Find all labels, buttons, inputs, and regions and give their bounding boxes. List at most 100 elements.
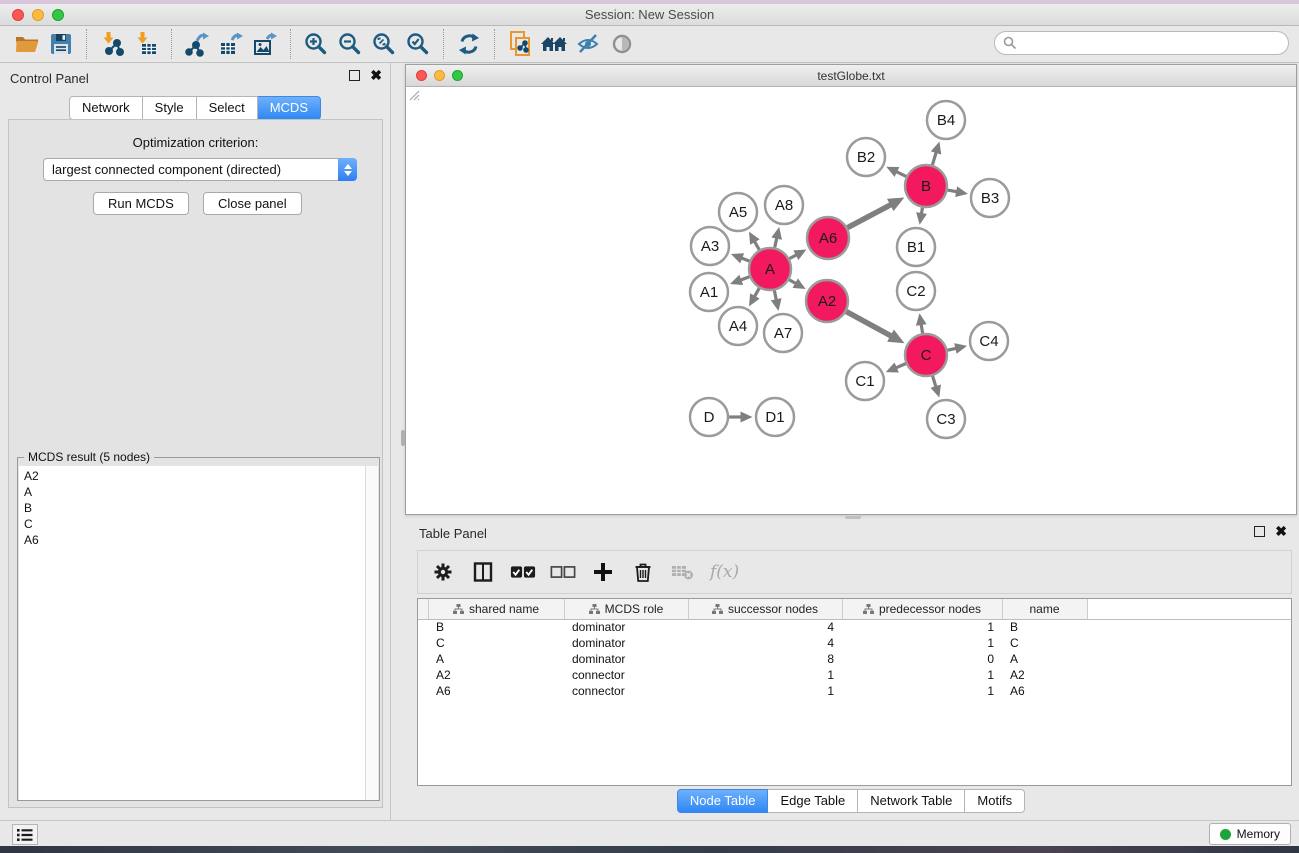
- select-all-rows-icon[interactable]: [510, 559, 536, 585]
- table-cell[interactable]: B: [1002, 619, 1087, 635]
- tab-edge-table[interactable]: Edge Table: [768, 789, 858, 813]
- node-A2[interactable]: A2: [806, 280, 848, 322]
- edge-C-C2[interactable]: [921, 325, 922, 334]
- refresh-icon[interactable]: [452, 29, 486, 59]
- table-cell[interactable]: A2: [428, 667, 564, 683]
- node-C4[interactable]: C4: [970, 322, 1008, 360]
- network-canvas[interactable]: B4B2BB3A8A5A6A3B1AA1C2A2A4A7C4CC1C3DD1: [406, 87, 1296, 514]
- network-zoom-button[interactable]: [452, 70, 463, 81]
- function-builder-icon[interactable]: f(x): [710, 562, 739, 582]
- table-row[interactable]: Cdominator41C: [418, 635, 1291, 651]
- tab-motifs[interactable]: Motifs: [965, 789, 1025, 813]
- table-cell[interactable]: 8: [688, 651, 842, 667]
- node-C2[interactable]: C2: [897, 272, 935, 310]
- split-divider-grip-horizontal[interactable]: [845, 516, 861, 519]
- edge-B-B1[interactable]: [922, 208, 923, 214]
- edge-A6-B[interactable]: [847, 205, 890, 228]
- edge-A-A3[interactable]: [742, 258, 750, 261]
- zoom-fit-icon[interactable]: [367, 29, 401, 59]
- import-network-icon[interactable]: [95, 29, 129, 59]
- tab-style[interactable]: Style: [143, 96, 197, 120]
- node-A[interactable]: A: [749, 248, 791, 290]
- node-A3[interactable]: A3: [691, 227, 729, 265]
- table-row[interactable]: Bdominator41B: [418, 619, 1291, 635]
- table-cell[interactable]: 1: [688, 683, 842, 699]
- criterion-dropdown[interactable]: largest connected component (directed): [43, 158, 357, 181]
- run-mcds-button[interactable]: Run MCDS: [93, 192, 189, 215]
- edge-A-A2[interactable]: [789, 280, 795, 284]
- table-row[interactable]: A6connector11A6: [418, 683, 1291, 699]
- table-row[interactable]: A2connector11A2: [418, 667, 1291, 683]
- table-cell[interactable]: 1: [688, 667, 842, 683]
- delete-columns-trash-icon[interactable]: [630, 559, 656, 585]
- delete-table-icon[interactable]: [670, 559, 696, 585]
- table-cell[interactable]: dominator: [564, 619, 688, 635]
- tab-mcds[interactable]: MCDS: [258, 96, 321, 120]
- table-cell[interactable]: 1: [842, 683, 1002, 699]
- edge-A-A1[interactable]: [741, 277, 750, 280]
- home-icon[interactable]: [537, 29, 571, 59]
- network-window-titlebar[interactable]: testGlobe.txt: [406, 65, 1296, 87]
- show-graphics-eye-icon[interactable]: [605, 29, 639, 59]
- node-D[interactable]: D: [690, 398, 728, 436]
- node-C3[interactable]: C3: [927, 400, 965, 438]
- tab-network[interactable]: Network: [69, 96, 143, 120]
- table-cell[interactable]: B: [428, 619, 564, 635]
- memory-button[interactable]: Memory: [1209, 823, 1291, 845]
- mcds-result-item[interactable]: A: [24, 484, 366, 500]
- close-table-panel-icon[interactable]: ✖: [1275, 526, 1287, 537]
- table-cell[interactable]: connector: [564, 683, 688, 699]
- node-B4[interactable]: B4: [927, 101, 965, 139]
- node-B3[interactable]: B3: [971, 179, 1009, 217]
- network-graph[interactable]: B4B2BB3A8A5A6A3B1AA1C2A2A4A7C4CC1C3DD1: [406, 87, 1296, 514]
- node-B2[interactable]: B2: [847, 138, 885, 176]
- edge-A2-C[interactable]: [846, 312, 891, 336]
- table-cell[interactable]: 1: [842, 635, 1002, 651]
- tab-network-table[interactable]: Network Table: [858, 789, 965, 813]
- column-header[interactable]: shared name: [428, 599, 564, 619]
- table-cell[interactable]: 4: [688, 635, 842, 651]
- node-A1[interactable]: A1: [690, 273, 728, 311]
- node-A8[interactable]: A8: [765, 186, 803, 224]
- table-cell[interactable]: 1: [842, 619, 1002, 635]
- task-history-button[interactable]: [12, 824, 38, 845]
- edge-A-A7[interactable]: [774, 291, 776, 300]
- column-header[interactable]: name: [1002, 599, 1087, 619]
- network-close-button[interactable]: [416, 70, 427, 81]
- export-image-icon[interactable]: [248, 29, 282, 59]
- mcds-result-scrollbar[interactable]: [365, 466, 378, 800]
- node-C[interactable]: C: [905, 334, 947, 376]
- column-header[interactable]: successor nodes: [688, 599, 842, 619]
- close-panel-icon[interactable]: ✖: [370, 70, 382, 81]
- node-A7[interactable]: A7: [764, 314, 802, 352]
- export-network-icon[interactable]: [180, 29, 214, 59]
- mcds-result-item[interactable]: B: [24, 500, 366, 516]
- table-cell[interactable]: connector: [564, 667, 688, 683]
- edge-B-B3[interactable]: [948, 190, 957, 192]
- edge-C-C1[interactable]: [896, 364, 905, 368]
- node-B1[interactable]: B1: [897, 228, 935, 266]
- edge-C-C4[interactable]: [947, 348, 955, 350]
- node-A6[interactable]: A6: [807, 217, 849, 259]
- zoom-out-icon[interactable]: [333, 29, 367, 59]
- save-session-icon[interactable]: [44, 29, 78, 59]
- float-panel-icon[interactable]: [349, 70, 360, 81]
- column-header[interactable]: MCDS role: [564, 599, 688, 619]
- table-cell[interactable]: C: [1002, 635, 1087, 651]
- split-divider-grip-vertical[interactable]: [401, 430, 405, 446]
- zoom-in-icon[interactable]: [299, 29, 333, 59]
- unselect-all-rows-icon[interactable]: [550, 559, 576, 585]
- table-cell[interactable]: 4: [688, 619, 842, 635]
- node-C1[interactable]: C1: [846, 362, 884, 400]
- export-table-icon[interactable]: [214, 29, 248, 59]
- table-options-gear-icon[interactable]: [430, 559, 456, 585]
- close-window-button[interactable]: [12, 9, 24, 21]
- table-cell[interactable]: 1: [842, 667, 1002, 683]
- node-D1[interactable]: D1: [756, 398, 794, 436]
- clone-network-icon[interactable]: [503, 29, 537, 59]
- import-table-icon[interactable]: [129, 29, 163, 59]
- open-session-icon[interactable]: [10, 29, 44, 59]
- table-row[interactable]: Adominator80A: [418, 651, 1291, 667]
- node-B[interactable]: B: [905, 165, 947, 207]
- edge-A-A6[interactable]: [789, 255, 796, 259]
